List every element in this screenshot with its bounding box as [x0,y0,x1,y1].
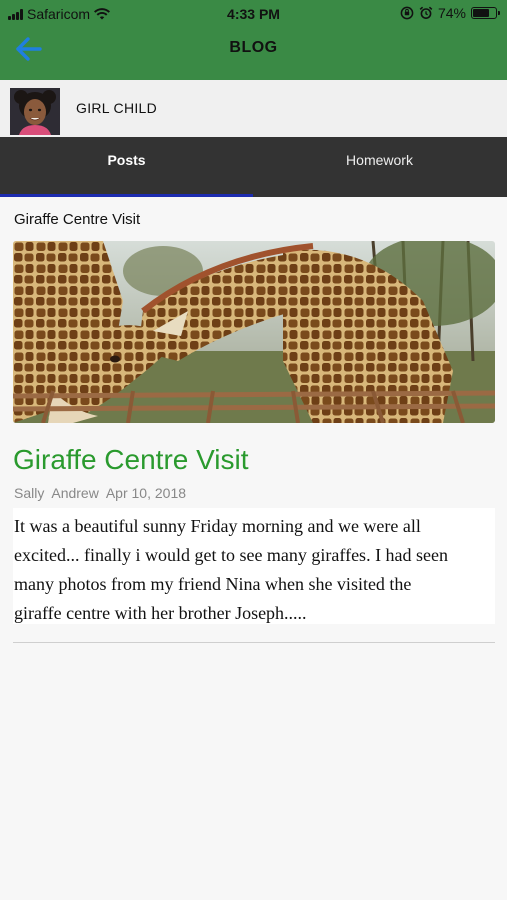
nav-bar: BLOG [0,28,507,68]
excerpt-line: many photos from my friend Nina when she… [14,574,412,594]
giraffes-photo[interactable] [13,241,495,423]
post-date: Apr 10, 2018 [105,485,187,501]
tab-homework[interactable]: Homework [253,137,506,194]
excerpt-line: It was a beautiful sunny Friday morning … [14,516,421,536]
excerpt-line: giraffe centre with her brother Joseph..… [14,603,307,623]
excerpt-line: excited... finally i would get to see ma… [14,545,449,565]
battery-cap [498,11,500,15]
profile-row[interactable]: GIRL CHILD [0,80,507,137]
tab-posts[interactable]: Posts [0,137,253,194]
profile-name: GIRL CHILD [76,100,158,116]
back-button[interactable] [14,35,46,63]
active-tab-indicator [0,194,253,197]
post-meta: Sally Andrew Apr 10, 2018 [14,485,186,501]
orientation-lock-icon [400,6,414,20]
post-divider [13,642,495,643]
alarm-icon [419,6,433,19]
blog-screen: Safaricom 4:33 PM 74% BLOG GIRL CHILD Po… [0,0,507,900]
status-bar: Safaricom 4:33 PM 74% [0,0,507,28]
page-title: BLOG [229,39,278,56]
post-excerpt: It was a beautiful sunny Friday morning … [13,508,495,624]
battery-level-fill [473,9,489,17]
tab-bar: Posts Homework [0,137,507,197]
status-right: 74% [400,5,500,21]
child-avatar [10,88,60,135]
battery-percent: 74% [437,5,466,21]
post-author: Sally Andrew [14,485,103,501]
arrow-left-icon [16,37,42,61]
battery-icon [471,7,500,19]
post-title-link[interactable]: Giraffe Centre Visit [13,444,249,476]
app-header: Safaricom 4:33 PM 74% BLOG [0,0,507,80]
post-header-title: Giraffe Centre Visit [14,211,141,228]
